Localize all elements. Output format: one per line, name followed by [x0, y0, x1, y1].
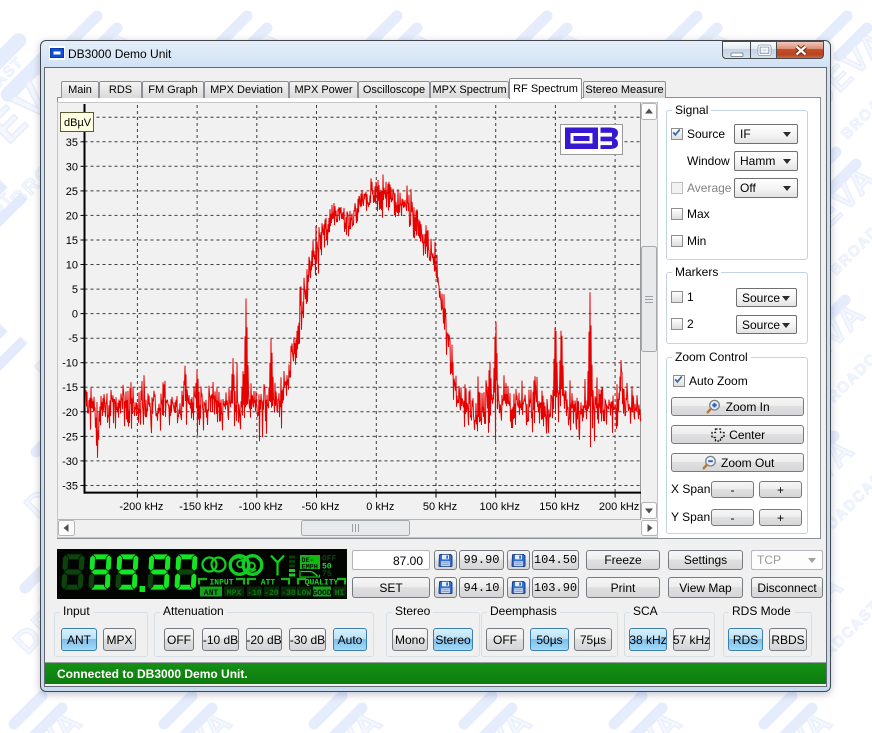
svg-text:GOOD: GOOD — [312, 589, 331, 598]
svg-text:MPX: MPX — [227, 589, 242, 598]
svg-text:-20: -20 — [264, 589, 279, 598]
svg-text:LOW: LOW — [297, 589, 312, 598]
svg-text:-30: -30 — [281, 589, 296, 598]
svg-text:INPUT: INPUT — [209, 579, 233, 588]
svg-text:ATT: ATT — [261, 579, 276, 588]
svg-text:QUALITY: QUALITY — [305, 579, 339, 588]
svg-text:ANT: ANT — [204, 589, 219, 598]
svg-text:EMPH: EMPH — [302, 563, 318, 571]
svg-text:-10: -10 — [247, 589, 262, 598]
svg-text:HI: HI — [335, 589, 345, 598]
